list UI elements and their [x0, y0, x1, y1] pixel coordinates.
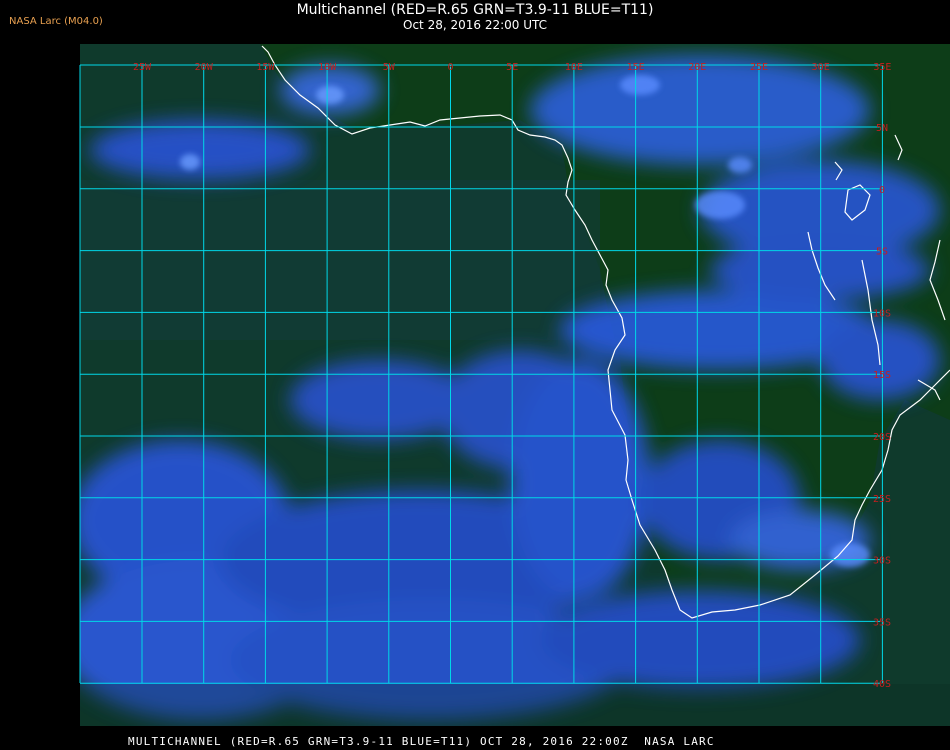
latitude-label: 40S — [873, 679, 891, 690]
longitude-label: 15W — [256, 62, 275, 73]
latitude-label: 30S — [873, 556, 891, 567]
satellite-map: 25W 20W 15W 10W 5W 0 5E 10E 15E 20E 25E 30E 35E 5N 0 5S… — [79, 44, 950, 726]
footer-caption: MULTICHANNEL (RED=R.65 GRN=T3.9-11 BLUE=… — [128, 735, 715, 748]
latitude-label: 15S — [873, 370, 891, 381]
longitude-label: 30E — [812, 62, 830, 73]
longitude-label: 5W — [383, 62, 396, 73]
latitude-label: 25S — [873, 494, 891, 505]
latitude-label: 10S — [873, 308, 891, 319]
satellite-imagery — [80, 44, 950, 726]
longitude-label: 10E — [565, 62, 583, 73]
longitude-label: 10W — [318, 62, 337, 73]
longitude-label: 25W — [133, 62, 152, 73]
latitude-label: 5N — [876, 123, 888, 134]
latitude-label: 35S — [873, 617, 891, 628]
longitude-label: 0 — [447, 62, 453, 73]
longitude-label: 15E — [627, 62, 645, 73]
latitude-label: 0 — [879, 185, 885, 196]
latitude-label: 20S — [873, 432, 891, 443]
longitude-label: 5E — [506, 62, 518, 73]
longitude-label: 25E — [750, 62, 768, 73]
longitude-label: 20W — [195, 62, 214, 73]
longitude-label: 20E — [688, 62, 706, 73]
latitude-label: 5S — [876, 247, 888, 258]
longitude-label: 35E — [873, 62, 891, 73]
